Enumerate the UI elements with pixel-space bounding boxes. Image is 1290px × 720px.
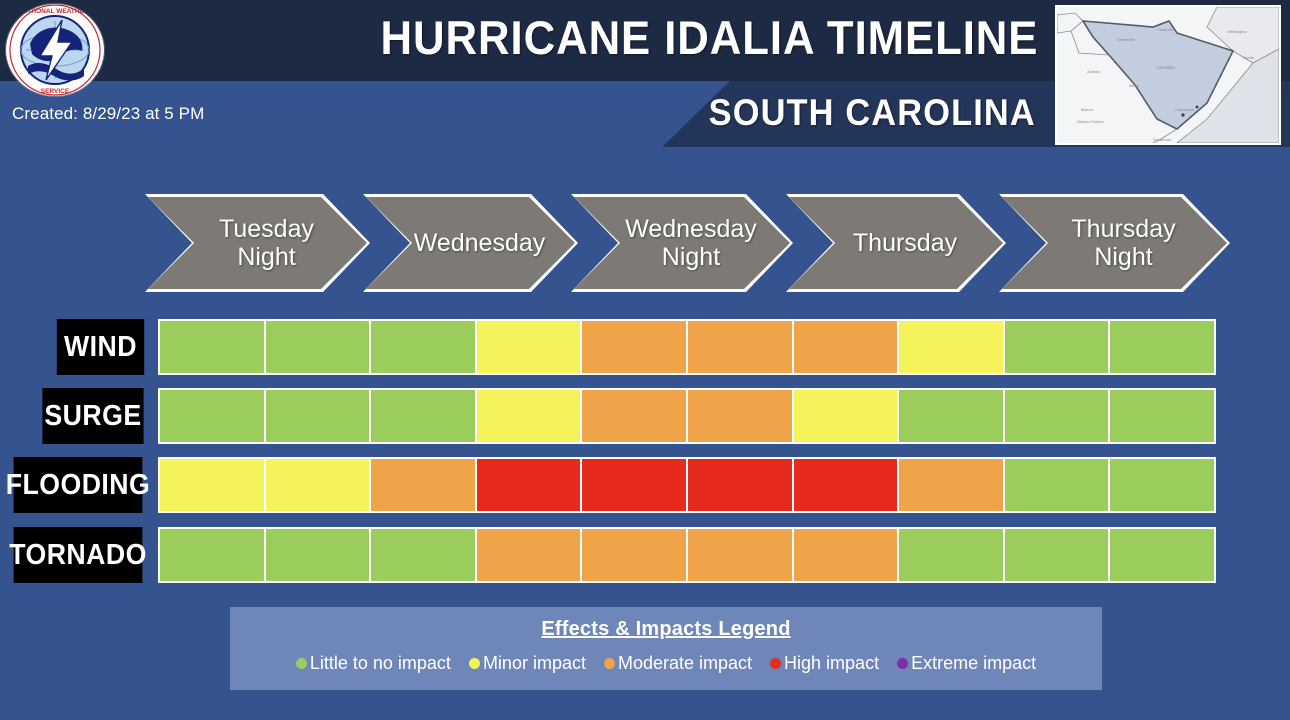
impact-cell [371, 459, 475, 511]
impact-cell [265, 321, 370, 373]
impact-cell [1110, 321, 1214, 373]
hazard-row-tornado: TORNADO [0, 527, 1290, 583]
impact-cell [793, 390, 898, 442]
impact-cell [265, 529, 370, 581]
impact-cell [1110, 459, 1214, 511]
legend-item: Extreme impact [897, 653, 1036, 674]
legend: Effects & Impacts Legend Little to no im… [230, 607, 1102, 690]
legend-title: Effects & Impacts Legend [541, 618, 791, 640]
hurricane-timeline-graphic: NATIONAL WEATHER SERVICE Hurricane Idali… [0, 0, 1290, 720]
impact-cell [1004, 529, 1109, 581]
hazard-label-surge: SURGE [42, 388, 144, 444]
hazard-row-flooding: FLOODING [0, 457, 1290, 513]
hazard-label-wind: WIND [56, 319, 145, 375]
impact-cell [476, 459, 581, 511]
impact-cell [160, 459, 264, 511]
hazard-label-flooding: FLOODING [6, 457, 150, 513]
impact-cells-wind [158, 319, 1216, 375]
impact-cell [1004, 390, 1109, 442]
impact-cell [160, 390, 264, 442]
legend-item: Little to no impact [295, 653, 451, 674]
impact-cell [1004, 321, 1109, 373]
impact-cell [687, 529, 792, 581]
impact-cell [1110, 529, 1214, 581]
impact-cell [793, 459, 898, 511]
impact-cell [582, 321, 686, 373]
impact-cell [899, 459, 1003, 511]
impact-cells-flooding [158, 457, 1216, 513]
impact-cell [687, 390, 792, 442]
legend-color-dot-icon [295, 658, 307, 669]
impact-cell [582, 529, 686, 581]
impact-cell [899, 529, 1003, 581]
impact-cell [371, 390, 475, 442]
legend-color-dot-icon [770, 658, 782, 669]
impact-cell [476, 390, 581, 442]
legend-items: Little to no impact Minor impact Moderate … [230, 641, 1102, 674]
legend-item-label: Extreme impact [911, 653, 1037, 673]
hazard-row-surge: SURGE [0, 388, 1290, 444]
impact-cell [899, 321, 1003, 373]
legend-item: Moderate impact [603, 653, 753, 674]
hazard-row-wind: WIND [0, 319, 1290, 375]
impact-cell [265, 390, 370, 442]
impact-cell [265, 459, 370, 511]
hazard-label-tornado: TORNADO [9, 527, 146, 583]
impact-cell [1004, 459, 1109, 511]
legend-color-dot-icon [468, 658, 480, 669]
legend-item-label: High impact [784, 653, 880, 673]
impact-cell [687, 459, 792, 511]
impact-cell [160, 321, 264, 373]
impact-cell [371, 321, 475, 373]
impact-cells-surge [158, 388, 1216, 444]
legend-item-label: Moderate impact [617, 653, 753, 673]
impact-cell [793, 529, 898, 581]
impact-cell [687, 321, 792, 373]
impact-cell [899, 390, 1003, 442]
legend-item-label: Little to no impact [309, 653, 451, 673]
impact-cell [1110, 390, 1214, 442]
impact-cell [582, 390, 686, 442]
legend-color-dot-icon [603, 658, 615, 669]
impact-cell [371, 529, 475, 581]
impact-cell [476, 529, 581, 581]
impact-cell [582, 459, 686, 511]
impact-cell [793, 321, 898, 373]
legend-item: Minor impact [468, 653, 586, 674]
legend-item-label: Minor impact [482, 653, 586, 673]
impact-cell [476, 321, 581, 373]
impact-cells-tornado [158, 527, 1216, 583]
legend-color-dot-icon [897, 658, 909, 669]
impact-cell [160, 529, 264, 581]
legend-item: High impact [770, 653, 879, 674]
